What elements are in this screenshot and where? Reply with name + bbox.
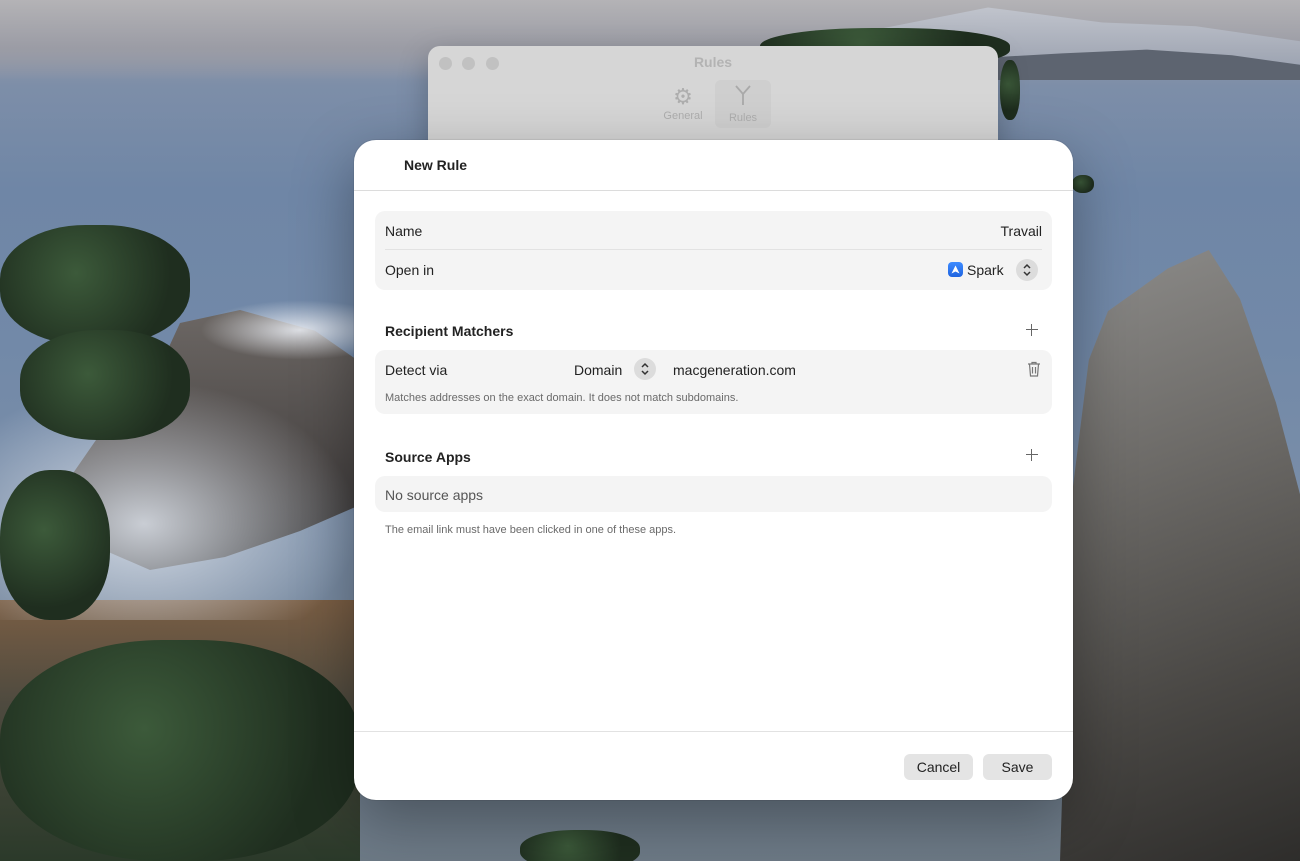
- recipient-matchers-title: Recipient Matchers: [385, 323, 514, 339]
- cypress-canopy: [0, 225, 190, 345]
- source-apps-note: The email link must have been clicked in…: [385, 524, 677, 536]
- open-in-label: Open in: [385, 262, 435, 278]
- chevron-updown-icon: [641, 362, 649, 376]
- open-in-value[interactable]: Spark: [967, 262, 1004, 278]
- cypress-branch: [1000, 60, 1020, 120]
- source-apps-empty-text: No source apps: [385, 487, 484, 503]
- matcher-note: Matches addresses on the exact domain. I…: [385, 392, 739, 404]
- cancel-button[interactable]: Cancel: [904, 754, 973, 780]
- trash-icon[interactable]: [1027, 361, 1041, 377]
- tab-general-label: General: [663, 110, 703, 122]
- shrubs: [0, 640, 360, 861]
- sheet-title: New Rule: [404, 157, 468, 173]
- source-apps-list: No source apps: [375, 476, 1052, 512]
- fork-icon: [715, 84, 771, 112]
- chevron-updown-icon: [1023, 263, 1031, 277]
- cypress-branch: [1072, 175, 1094, 193]
- cypress-canopy: [0, 470, 110, 620]
- sheet-header: New Rule: [354, 140, 1073, 191]
- add-source-app-button[interactable]: [1023, 446, 1041, 464]
- save-button[interactable]: Save: [983, 754, 1052, 780]
- new-rule-sheet: New Rule Name Travail Open in Spark Reci…: [354, 140, 1073, 800]
- add-matcher-button[interactable]: [1023, 321, 1041, 339]
- name-field[interactable]: Travail: [1001, 223, 1043, 239]
- source-apps-title: Source Apps: [385, 449, 471, 465]
- detect-mode-value[interactable]: Domain: [574, 362, 622, 378]
- spark-app-icon: [948, 262, 963, 277]
- detect-mode-popup-button[interactable]: [634, 358, 656, 380]
- shrubs: [520, 830, 640, 861]
- gear-icon: ⚙: [673, 84, 693, 109]
- tab-general[interactable]: ⚙ General: [655, 80, 711, 128]
- cypress-canopy: [20, 330, 190, 440]
- open-in-popup-button[interactable]: [1016, 259, 1038, 281]
- right-cliff: [1060, 250, 1300, 861]
- row-divider: [385, 249, 1042, 250]
- window-title: Rules: [693, 54, 733, 70]
- matcher-row: Detect via Domain macgeneration.com Matc…: [375, 350, 1052, 414]
- tab-rules[interactable]: Rules: [715, 80, 771, 128]
- tab-rules-label: Rules: [728, 112, 758, 124]
- detect-via-label: Detect via: [385, 362, 448, 378]
- domain-field[interactable]: macgeneration.com: [673, 362, 796, 378]
- footer-divider: [354, 731, 1073, 732]
- rule-settings-group: Name Travail Open in Spark: [375, 211, 1052, 290]
- name-label: Name: [385, 223, 423, 239]
